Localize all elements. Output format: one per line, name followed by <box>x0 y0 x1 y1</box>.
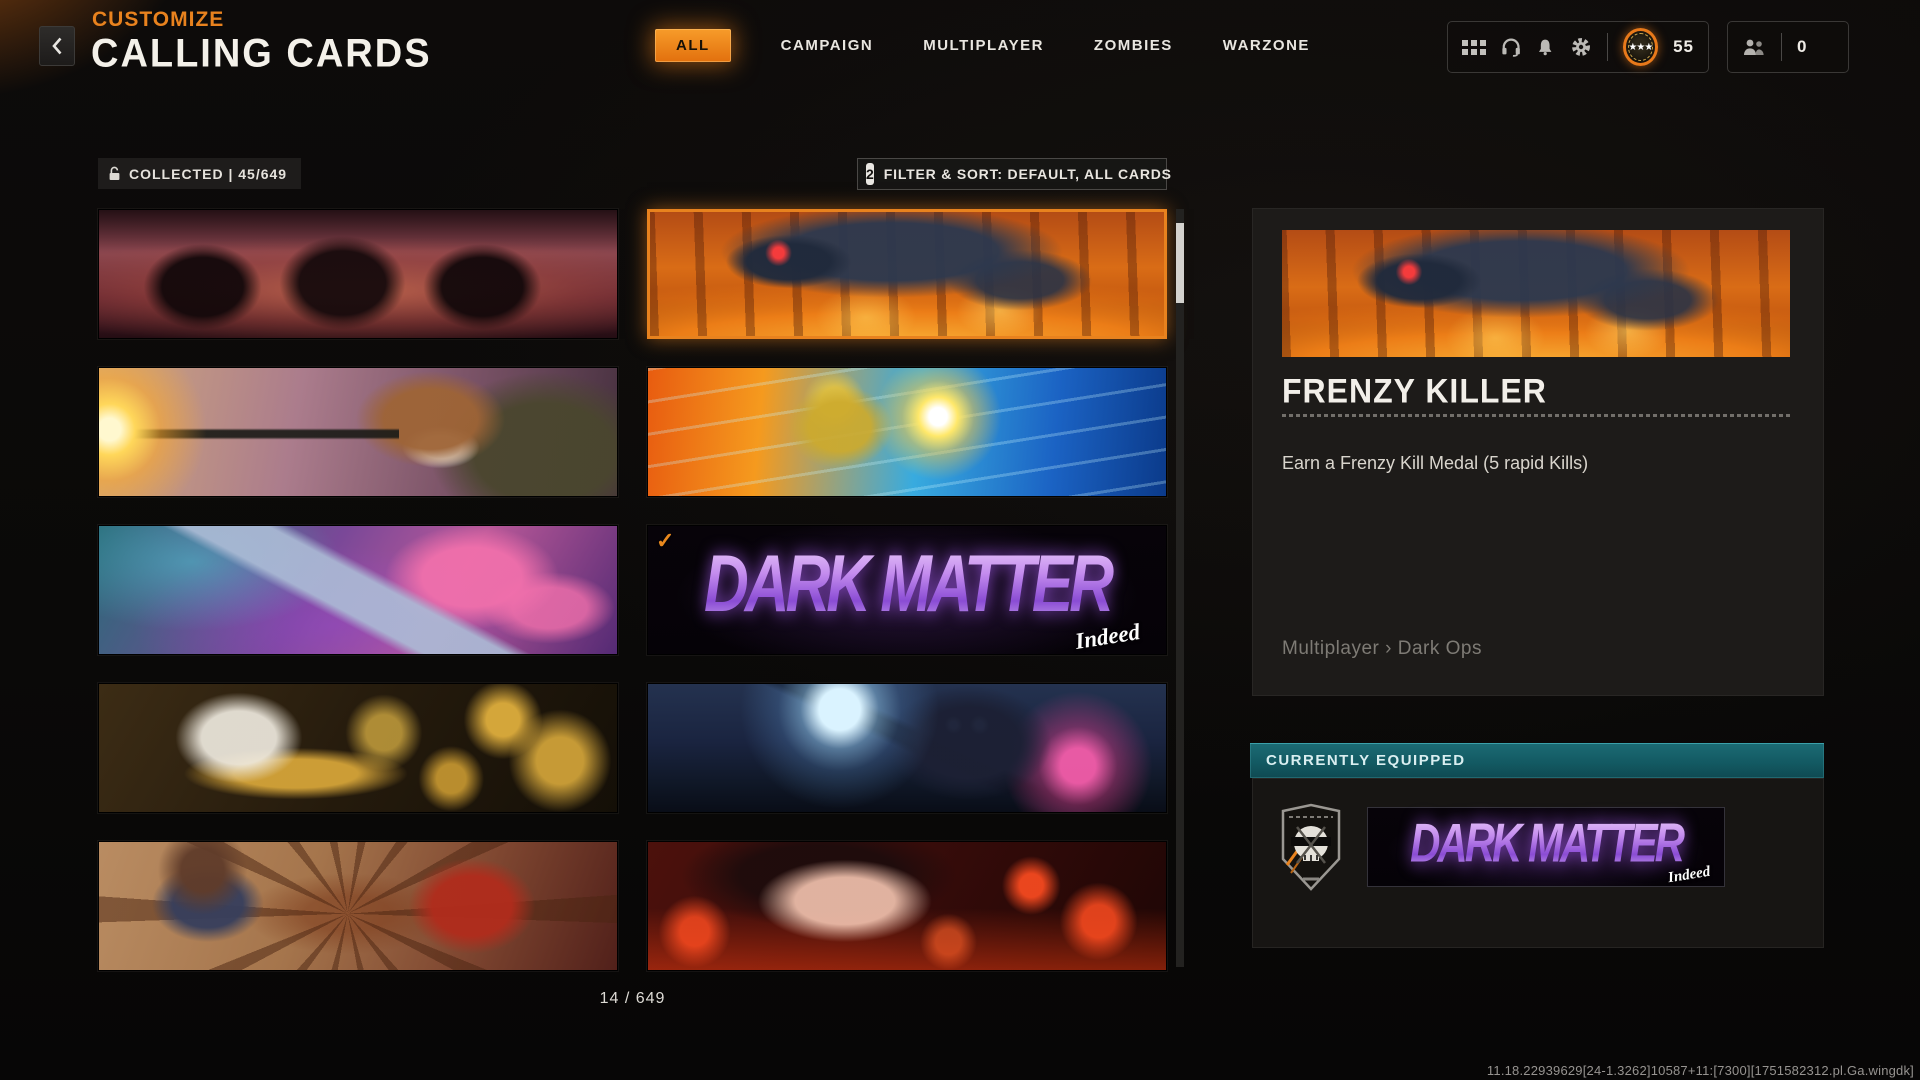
divider <box>1607 33 1608 61</box>
dark-matter-text: DARK MATTER <box>648 538 1166 630</box>
hud-cluster: ★★★ 55 <box>1447 21 1709 73</box>
calling-card-gold-skulls[interactable] <box>98 683 618 813</box>
cod-points-value: 55 <box>1673 37 1694 57</box>
card-category-breadcrumb: Multiplayer › Dark Ops <box>1282 638 1482 660</box>
tab-all[interactable]: ALL <box>655 29 731 62</box>
page-title: CALLING CARDS <box>91 32 432 77</box>
grid-icon[interactable] <box>1462 40 1486 55</box>
divider <box>1282 414 1792 417</box>
collected-counter: COLLECTED | 45/649 <box>98 158 301 189</box>
filter-sort-bar[interactable]: 2 FILTER & SORT: DEFAULT, ALL CARDS <box>857 158 1167 190</box>
filter-sort-label: FILTER & SORT: DEFAULT, ALL CARDS <box>884 166 1172 182</box>
page-indicator: 14 / 649 <box>98 990 1167 1008</box>
bell-icon[interactable] <box>1536 37 1554 57</box>
calling-card-dark-matter[interactable]: ✓DARK MATTERIndeed <box>647 525 1167 655</box>
calling-card-horsemen[interactable] <box>98 209 618 339</box>
friends-icon <box>1742 37 1766 57</box>
tab-warzone[interactable]: WARZONE <box>1223 37 1310 54</box>
social-cluster[interactable]: 0 <box>1727 21 1849 73</box>
currently-equipped-label: CURRENTLY EQUIPPED <box>1266 752 1466 769</box>
tab-campaign[interactable]: CAMPAIGN <box>781 37 874 54</box>
tab-multiplayer[interactable]: MULTIPLAYER <box>923 37 1044 54</box>
build-version-text: 11.18.22939629[24-1.3262]10587+11:[7300]… <box>1487 1063 1914 1078</box>
tab-bar: ALL CAMPAIGN MULTIPLAYER ZOMBIES WARZONE <box>655 27 1310 63</box>
friends-count: 0 <box>1797 37 1807 57</box>
headset-icon[interactable] <box>1501 37 1521 57</box>
dark-matter-text: DARK MATTER <box>1368 812 1724 874</box>
card-title: FRENZY KILLER <box>1282 371 1547 411</box>
chevron-left-icon <box>51 37 63 55</box>
unlock-icon <box>108 166 121 181</box>
prestige-emblem[interactable]: ★★★ <box>1623 28 1658 66</box>
calling-card-croc-soldier[interactable] <box>98 367 618 497</box>
equipped-check-icon: ✓ <box>656 528 674 554</box>
card-grid: ✓DARK MATTERIndeed <box>98 209 1167 971</box>
collected-label: COLLECTED | 45/649 <box>129 166 287 182</box>
customize-kicker: CUSTOMIZE <box>92 8 224 32</box>
calling-card-mailbox-explosion[interactable] <box>98 841 618 971</box>
calling-card-anime-chainsaw[interactable] <box>98 525 618 655</box>
gamepad-key-hint: 2 <box>866 163 874 185</box>
calling-card-vampire-skulls[interactable] <box>647 841 1167 971</box>
card-details-panel: FRENZY KILLER Earn a Frenzy Kill Medal (… <box>1252 208 1824 696</box>
scrollbar-track[interactable] <box>1176 209 1184 967</box>
card-unlock-description: Earn a Frenzy Kill Medal (5 rapid Kills) <box>1282 453 1588 474</box>
divider <box>1781 33 1782 61</box>
scrollbar-thumb[interactable] <box>1176 223 1184 303</box>
calling-card-frenzy-killer-wolves[interactable] <box>647 209 1167 339</box>
equipped-calling-card[interactable]: DARK MATTER Indeed <box>1368 808 1724 886</box>
tab-zombies[interactable]: ZOMBIES <box>1094 37 1173 54</box>
player-emblem[interactable] <box>1277 803 1345 891</box>
calling-card-grim-reaper[interactable] <box>647 683 1167 813</box>
calling-card-skeleton-rocket[interactable] <box>647 367 1167 497</box>
currently-equipped-panel: DARK MATTER Indeed <box>1252 778 1824 948</box>
card-preview-image <box>1282 230 1790 357</box>
gear-icon[interactable] <box>1570 35 1592 59</box>
currently-equipped-header: CURRENTLY EQUIPPED <box>1250 743 1824 778</box>
back-button[interactable] <box>39 26 75 66</box>
